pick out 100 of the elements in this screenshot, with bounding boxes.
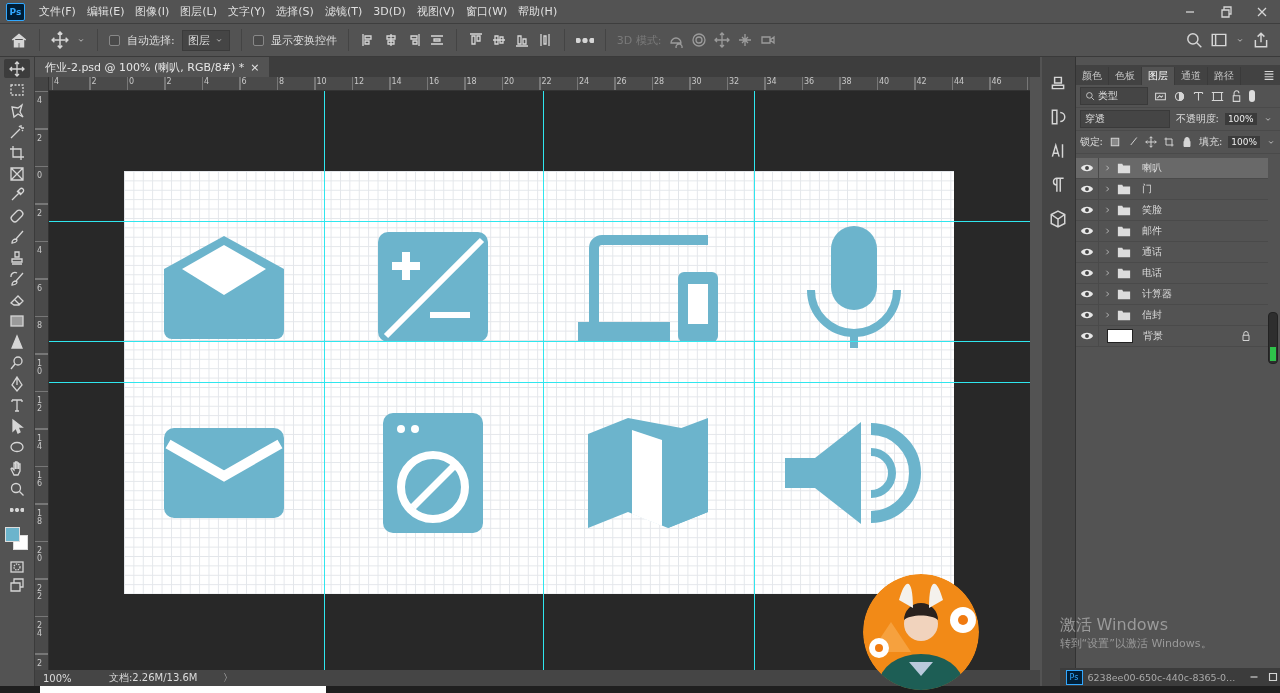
ruler-number: 18 (36, 509, 43, 526)
menu-item[interactable]: 视图(V) (416, 4, 455, 19)
document-info: 文档:2.26M/13.6M (107, 671, 199, 685)
panel-tab[interactable]: 色板 (1108, 67, 1142, 85)
align-icon[interactable] (490, 32, 507, 48)
speaker-icon (784, 422, 923, 524)
menu-item[interactable]: 窗口(W) (465, 4, 508, 19)
quick-mask-icon[interactable] (8, 559, 25, 575)
ruler-number: 2 (91, 77, 97, 87)
ruler-number: 10 (36, 359, 43, 376)
home-icon[interactable] (10, 31, 28, 49)
tool-button[interactable] (3, 59, 30, 78)
layer-thumbnail (1106, 329, 1133, 343)
filter-icon[interactable] (1172, 89, 1186, 103)
window-title: 6238ee00-650c-440c-8365-0... (1087, 671, 1237, 683)
menu-item[interactable]: 选择(S) (276, 4, 314, 19)
align-icon[interactable] (467, 32, 484, 48)
layer-row[interactable]: 背景 (1075, 326, 1268, 347)
scroll-bar[interactable] (1268, 312, 1278, 364)
brush-icon (8, 228, 25, 245)
filter-icon[interactable] (1191, 89, 1205, 103)
3d-control-icon[interactable] (737, 32, 754, 48)
filter-toggle[interactable] (1248, 90, 1255, 102)
close-tab-button[interactable]: × (250, 60, 260, 74)
status-menu-arrow[interactable]: 〉 (222, 671, 233, 685)
maximize-icon[interactable] (1266, 670, 1280, 684)
ruler-number: 16 (428, 77, 440, 87)
filter-icon[interactable] (1210, 89, 1224, 103)
lock-option-icon[interactable] (1108, 136, 1121, 148)
layer-row[interactable]: 喇叭 (1075, 158, 1268, 179)
menu-item[interactable]: 帮助(H) (518, 4, 558, 19)
3d-control-icon[interactable] (714, 32, 731, 48)
zoom-level[interactable]: 100% (34, 672, 103, 684)
app-logo: Ps (1065, 669, 1083, 685)
frame-icon (8, 165, 25, 182)
app-logo[interactable]: Ps (6, 2, 25, 21)
crop-icon (8, 144, 25, 161)
menu-item[interactable]: 文字(Y) (228, 4, 266, 19)
menu-item[interactable]: 图层(L) (180, 4, 217, 19)
menu-item[interactable]: 图像(I) (135, 4, 170, 19)
history-icon[interactable] (1049, 108, 1068, 126)
filter-dropdown[interactable]: 类型 (1079, 87, 1148, 105)
layer-row[interactable]: 信封 (1075, 305, 1268, 326)
ruler-number: 14 (391, 77, 402, 87)
ruler-number: 12 (36, 397, 43, 413)
folder-icon (1115, 203, 1132, 217)
layer-row[interactable]: 门 (1075, 179, 1268, 200)
layer-row[interactable]: 计算器 (1075, 284, 1268, 305)
lock-option-icon[interactable] (1144, 136, 1157, 148)
folder-icon (1115, 224, 1132, 238)
3d-control-icon[interactable] (691, 32, 708, 48)
ruler-number: 42 (916, 77, 927, 87)
distribute-icon[interactable] (428, 32, 445, 48)
share-icon[interactable] (1252, 31, 1270, 49)
workspace-icon[interactable] (1210, 31, 1228, 49)
ruler-number: 40 (878, 77, 890, 87)
document-tab[interactable]: 作业-2.psd @ 100% (喇叭, RGB/8#) * × (34, 57, 270, 77)
bandage-icon (8, 207, 25, 224)
align-icon[interactable] (513, 32, 530, 48)
layer-row[interactable]: 电话 (1075, 263, 1268, 284)
restore-icon[interactable] (1218, 3, 1234, 20)
menu-item[interactable]: 文件(F) (39, 4, 76, 19)
marquee-icon (8, 81, 25, 98)
layer-row[interactable]: 邮件 (1075, 221, 1268, 242)
ruler-number: 34 (766, 77, 777, 87)
ruler-number: 18 (466, 77, 477, 87)
opacity-field[interactable]: 100% (1224, 113, 1257, 125)
menu-icon[interactable] (1262, 68, 1276, 82)
opacity-label: 不透明度: (1175, 112, 1219, 126)
panel-tab[interactable]: 路径 (1207, 67, 1241, 85)
menu-item[interactable]: 3D(D) (373, 5, 406, 18)
fill-field[interactable]: 100% (1228, 136, 1260, 148)
screen-mode-icon[interactable] (8, 577, 25, 593)
target-dropdown[interactable]: 图层 (181, 29, 230, 51)
move-icon[interactable] (51, 31, 69, 49)
ruler-number: 24 (578, 77, 590, 87)
taskbar-preview[interactable]: Ps 6238ee00-650c-440c-8365-0... (1059, 668, 1280, 686)
cube-icon[interactable] (1049, 210, 1068, 228)
color-swatches[interactable] (4, 527, 29, 551)
more-icon[interactable] (575, 37, 594, 43)
move-icon (8, 60, 25, 77)
auto-select-label: 自动选择: (127, 32, 175, 48)
ruler-number: 22 (36, 584, 43, 601)
layer-name: 背景 (1142, 329, 1163, 343)
layer-row[interactable]: 笑脸 (1075, 200, 1268, 221)
menu-item[interactable]: 滤镜(T) (324, 4, 363, 19)
layer-row[interactable]: 通话 (1075, 242, 1268, 263)
search-icon[interactable] (1185, 31, 1203, 49)
triangle-icon (8, 333, 25, 350)
menu-item[interactable]: 编辑(E) (86, 4, 125, 19)
ruler-number: 4 (36, 97, 43, 105)
panel-tab[interactable]: 图层 (1141, 67, 1175, 85)
checkbox[interactable] (252, 34, 264, 46)
ruler-number: 12 (353, 77, 365, 87)
panel-tab[interactable]: 颜色 (1075, 67, 1109, 85)
lock-option-icon[interactable] (1180, 136, 1193, 148)
checkbox[interactable] (109, 34, 120, 46)
blend-mode-dropdown[interactable]: 穿透 (1079, 110, 1170, 128)
lock-option-icon[interactable] (1162, 136, 1175, 148)
panel-tab[interactable]: 通道 (1174, 67, 1208, 85)
